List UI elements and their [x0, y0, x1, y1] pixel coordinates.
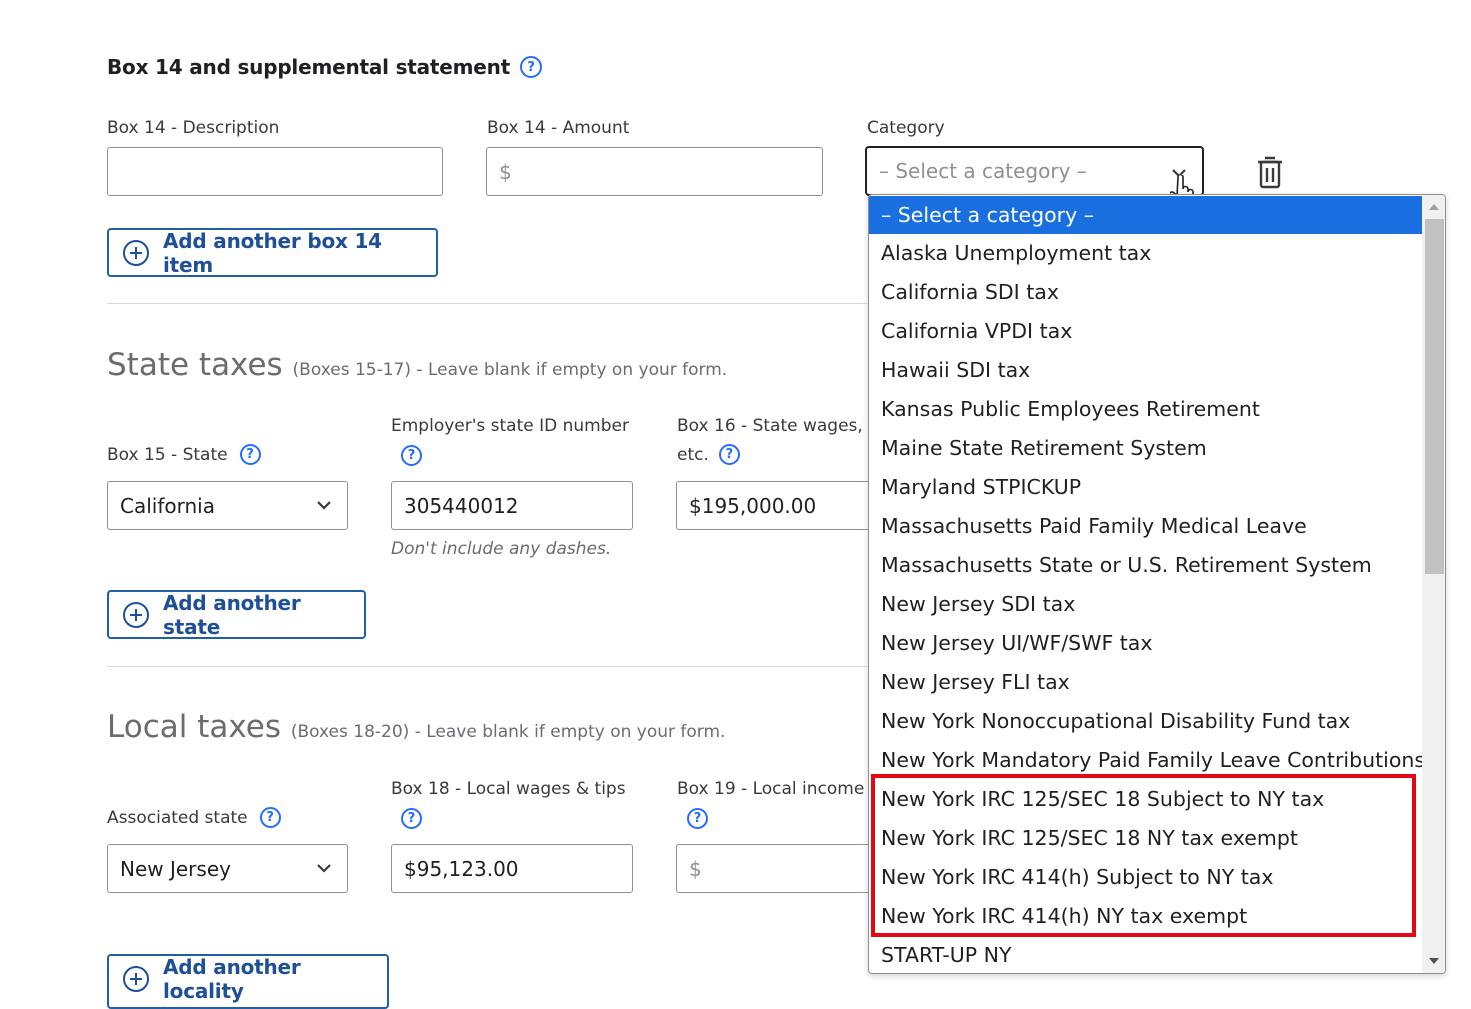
local-income-label: Box 19 - Local income	[677, 779, 865, 799]
category-option[interactable]: – Select a category –	[869, 196, 1423, 234]
state-wages-input[interactable]: $195,000.00	[676, 481, 876, 530]
category-option[interactable]: Maryland STPICKUP	[869, 468, 1423, 507]
state-wages-value: $195,000.00	[689, 493, 817, 518]
box14-amount-input[interactable]: $	[486, 147, 823, 196]
local-wages-help-icon[interactable]: ?	[401, 808, 422, 829]
associated-state-value: New Jersey	[120, 856, 231, 881]
category-option[interactable]: Massachusetts State or U.S. Retirement S…	[869, 546, 1423, 585]
box14-title-text: Box 14 and supplemental statement	[107, 55, 511, 79]
scroll-down-arrow-icon[interactable]	[1422, 951, 1445, 971]
category-option[interactable]: New York IRC 125/SEC 18 Subject to NY ta…	[869, 780, 1423, 819]
employer-id-hint: Don't include any dashes.	[391, 539, 612, 559]
employer-id-label: Employer's state ID number	[391, 416, 629, 436]
add-state-label: Add another state	[163, 590, 301, 639]
category-option[interactable]: California SDI tax	[869, 273, 1423, 312]
category-option[interactable]: Kansas Public Employees Retirement	[869, 390, 1423, 429]
state-wages-help-icon[interactable]: ?	[718, 444, 740, 465]
box14-description-label: Box 14 - Description	[107, 118, 280, 138]
state-wages-label-line2: etc.	[677, 444, 709, 465]
box14-amount-label: Box 14 - Amount	[487, 118, 630, 138]
category-select-value: – Select a category –	[879, 159, 1087, 183]
add-box14-item-label: Add another box 14 item	[163, 228, 382, 277]
box14-amount-placeholder: $	[499, 159, 512, 184]
category-option[interactable]: New York IRC 125/SEC 18 NY tax exempt	[869, 819, 1423, 858]
associated-state-label: Associated state ?	[107, 807, 281, 828]
add-box14-item-button[interactable]: Add another box 14 item	[107, 228, 438, 277]
category-option[interactable]: New York Mandatory Paid Family Leave Con…	[869, 741, 1423, 780]
state-select-value: California	[120, 493, 215, 518]
state-taxes-title: State taxes (Boxes 15-17) - Leave blank …	[107, 347, 727, 383]
add-locality-button[interactable]: Add another locality	[107, 954, 389, 1009]
section-divider	[107, 303, 867, 304]
dropdown-scrollbar[interactable]	[1422, 195, 1445, 973]
associated-state-label-text: Associated state	[107, 807, 248, 828]
category-option[interactable]: New York Nonoccupational Disability Fund…	[869, 702, 1423, 741]
category-option[interactable]: New York IRC 414(h) Subject to NY tax	[869, 858, 1423, 897]
category-options: – Select a category – Alaska Unemployment…	[869, 195, 1423, 973]
state-wages-label-line1: Box 16 - State wages, t	[677, 416, 867, 436]
state-help-icon[interactable]: ?	[239, 444, 261, 465]
category-label: Category	[867, 118, 945, 138]
employer-id-input[interactable]: 305440012	[391, 481, 633, 530]
associated-state-help-icon[interactable]: ?	[259, 807, 281, 828]
section-divider	[107, 666, 867, 667]
trash-icon[interactable]	[1256, 155, 1284, 189]
category-option[interactable]: California VPDI tax	[869, 312, 1423, 351]
category-option[interactable]: Maine State Retirement System	[869, 429, 1423, 468]
local-income-help-icon[interactable]: ?	[687, 808, 708, 829]
local-income-input[interactable]: $	[676, 844, 876, 893]
category-option[interactable]: Hawaii SDI tax	[869, 351, 1423, 390]
category-option[interactable]: New York IRC 414(h) NY tax exempt	[869, 897, 1423, 936]
local-taxes-title: Local taxes (Boxes 18-20) - Leave blank …	[107, 709, 725, 745]
local-taxes-title-text: Local taxes	[107, 709, 281, 745]
local-income-placeholder: $	[689, 856, 702, 881]
chevron-down-icon	[317, 501, 331, 510]
state-wages-label: Box 16 - State wages, t	[677, 416, 867, 436]
chevron-down-icon	[317, 864, 331, 873]
state-wages-label-line2-row: etc. ?	[677, 444, 740, 465]
state-taxes-subtitle: (Boxes 15-17) - Leave blank if empty on …	[292, 360, 728, 380]
box14-help-icon[interactable]: ?	[520, 56, 543, 78]
box14-section-title: Box 14 and supplemental statement ?	[107, 55, 543, 79]
local-wages-label: Box 18 - Local wages & tips	[391, 779, 626, 799]
category-option[interactable]: New Jersey SDI tax	[869, 585, 1423, 624]
category-option[interactable]: Alaska Unemployment tax	[869, 234, 1423, 273]
add-circle-icon	[123, 601, 149, 628]
associated-state-select[interactable]: New Jersey	[107, 844, 348, 893]
box14-description-input[interactable]	[107, 147, 443, 196]
state-taxes-title-text: State taxes	[107, 347, 283, 383]
local-wages-input[interactable]: $95,123.00	[391, 844, 633, 893]
add-state-button[interactable]: Add another state	[107, 590, 366, 639]
category-option[interactable]: Massachusetts Paid Family Medical Leave	[869, 507, 1423, 546]
state-label: Box 15 - State ?	[107, 444, 261, 465]
add-circle-icon	[123, 239, 149, 266]
add-locality-label: Add another locality	[163, 954, 301, 1003]
category-option[interactable]: New Jersey FLI tax	[869, 663, 1423, 702]
employer-id-help-icon[interactable]: ?	[401, 445, 422, 466]
state-select[interactable]: California	[107, 481, 348, 530]
employer-id-value: 305440012	[404, 493, 519, 518]
category-dropdown-list[interactable]: – Select a category – Alaska Unemployment…	[868, 194, 1446, 974]
scroll-thumb[interactable]	[1425, 219, 1444, 574]
add-circle-icon	[123, 965, 149, 992]
state-label-text: Box 15 - State	[107, 444, 228, 465]
local-taxes-subtitle: (Boxes 18-20) - Leave blank if empty on …	[290, 722, 726, 742]
category-option[interactable]: New Jersey UI/WF/SWF tax	[869, 624, 1423, 663]
local-wages-value: $95,123.00	[404, 856, 519, 881]
category-select[interactable]: – Select a category –	[865, 146, 1204, 196]
scroll-up-arrow-icon[interactable]	[1422, 197, 1445, 217]
category-option[interactable]: START-UP NY	[869, 936, 1423, 973]
